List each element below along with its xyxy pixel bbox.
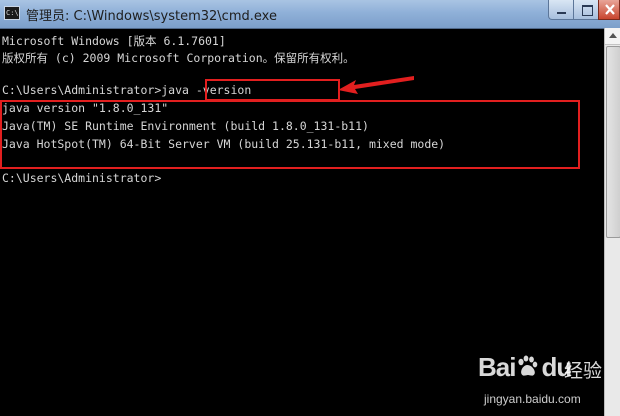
maximize-icon	[582, 5, 593, 16]
red-arrow-icon	[338, 76, 414, 94]
baidu-paw-icon	[518, 355, 538, 376]
console-line-prompt: C:\Users\Administrator>	[2, 171, 162, 185]
close-icon	[605, 4, 615, 15]
watermark-name: 经验	[564, 360, 603, 382]
cmd-app-icon[interactable]: C:\	[4, 6, 20, 20]
minimize-button[interactable]	[548, 0, 574, 20]
scroll-thumb[interactable]	[606, 46, 620, 238]
watermark-url: jingyan.baidu.com	[484, 392, 581, 406]
console-prompt: C:\Users\Administrator>	[2, 83, 162, 97]
maximize-button[interactable]	[573, 0, 599, 20]
console-line-copyright: 版权所有 (c) 2009 Microsoft Corporation。保留所有…	[2, 51, 355, 65]
scroll-up-button[interactable]	[605, 28, 620, 45]
title-bar[interactable]: C:\ 管理员: C:\Windows\system32\cmd.exe	[0, 0, 620, 29]
minimize-icon	[557, 12, 566, 14]
command-highlight-box	[205, 79, 340, 101]
cmd-window: C:\ 管理员: C:\Windows\system32\cmd.exe Mic…	[0, 0, 620, 416]
baidu-watermark: Bai du 经验 jingyan.baidu.com	[478, 352, 618, 414]
console-line-version: Microsoft Windows [版本 6.1.7601]	[2, 34, 226, 48]
close-button[interactable]	[598, 0, 620, 20]
output-highlight-box	[0, 100, 580, 169]
window-title: 管理员: C:\Windows\system32\cmd.exe	[26, 9, 277, 24]
